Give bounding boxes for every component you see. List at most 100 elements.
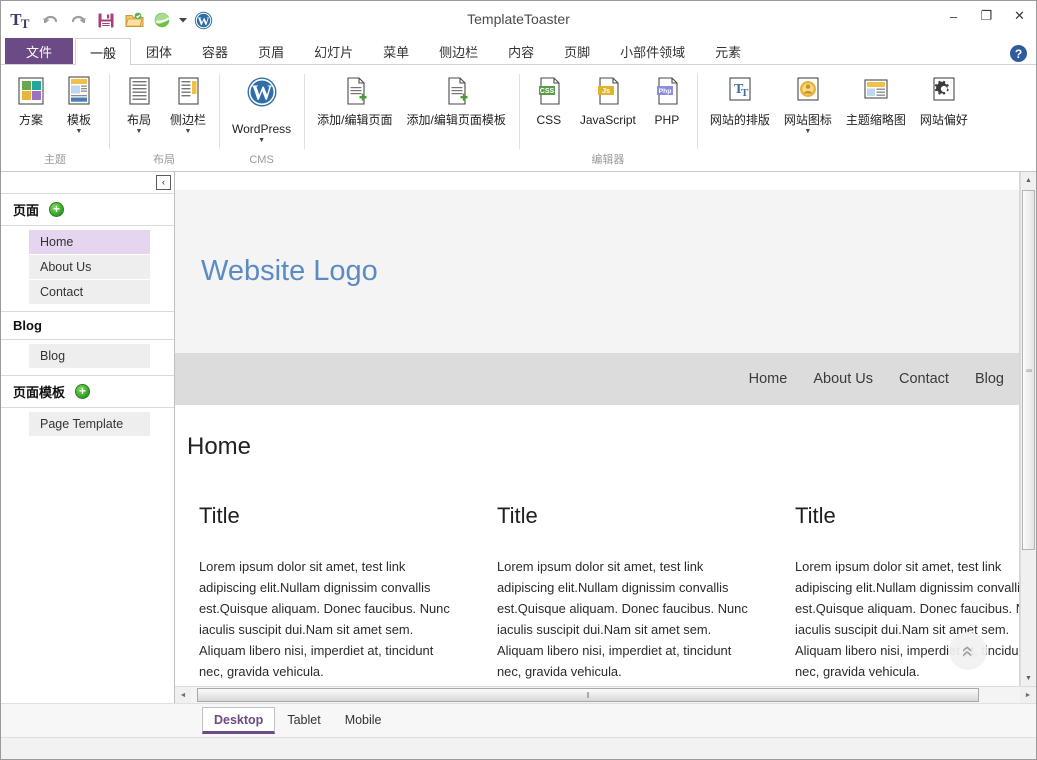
layout-button[interactable]: 布局 ▼: [115, 72, 163, 137]
device-tab-mobile[interactable]: Mobile: [333, 707, 394, 732]
scroll-up-button[interactable]: ▲: [1021, 172, 1036, 188]
tab-container[interactable]: 容器: [187, 38, 243, 64]
column-body[interactable]: Lorem ipsum dolor sit amet, test link ad…: [795, 557, 1020, 682]
svg-text:W: W: [197, 14, 209, 28]
redo-icon[interactable]: [65, 8, 91, 32]
column-title[interactable]: Title: [795, 503, 1020, 529]
scheme-button[interactable]: 方案: [7, 72, 55, 128]
tab-menu[interactable]: 菜单: [368, 38, 424, 64]
chevron-down-icon[interactable]: ▼: [804, 128, 811, 136]
site-nav-item-about-us[interactable]: About Us: [813, 371, 873, 387]
template-label: 模板: [67, 113, 91, 127]
site-favicon-button[interactable]: 网站图标 ▼: [777, 72, 839, 137]
php-editor-button[interactable]: Php PHP: [643, 72, 691, 128]
scroll-right-button[interactable]: ►: [1020, 687, 1036, 703]
javascript-editor-button[interactable]: Js JavaScript: [573, 72, 643, 128]
horizontal-scroll-thumb[interactable]: ‖: [197, 688, 979, 702]
site-preferences-button[interactable]: 网站偏好: [913, 72, 975, 128]
chevron-down-icon[interactable]: ▼: [258, 137, 265, 145]
preview-area: Website Logo Home About Us Contact Blog …: [175, 172, 1036, 703]
ribbon: 方案 模: [1, 65, 1036, 172]
sidebar-button[interactable]: 侧边栏 ▼: [163, 72, 213, 137]
undo-icon[interactable]: [37, 8, 63, 32]
add-edit-page-template-button[interactable]: 添加/编辑页面模板: [400, 72, 513, 128]
content-column[interactable]: Title Lorem ipsum dolor sit amet, test l…: [497, 503, 749, 682]
tab-file[interactable]: 文件: [5, 38, 73, 64]
site-nav-item-home[interactable]: Home: [749, 371, 788, 387]
scroll-left-button[interactable]: ◄: [175, 687, 191, 703]
chevron-down-icon[interactable]: ▼: [185, 128, 192, 136]
tab-sidebar[interactable]: 侧边栏: [424, 38, 493, 64]
wordpress-button[interactable]: W WordPress ▼: [225, 72, 298, 146]
minimize-button[interactable]: –: [937, 1, 970, 31]
save-icon[interactable]: [93, 8, 119, 32]
wordpress-icon[interactable]: W: [190, 8, 216, 32]
main-body: ‹ 页面 + Home About Us Contact Blog Blog 页…: [1, 172, 1036, 703]
add-edit-page-button[interactable]: 添加/编辑页面: [310, 72, 399, 128]
device-tab-desktop[interactable]: Desktop: [202, 707, 275, 734]
tab-widget-areas[interactable]: 小部件领域: [605, 38, 700, 64]
tab-elements[interactable]: 元素: [700, 38, 756, 64]
horizontal-scroll-track[interactable]: ‖: [191, 687, 1020, 703]
ribbon-group-label-cms: CMS: [219, 151, 304, 171]
export-dropdown-caret-icon[interactable]: [177, 8, 188, 32]
column-title[interactable]: Title: [497, 503, 749, 529]
close-button[interactable]: ✕: [1003, 1, 1036, 31]
site-nav-menu[interactable]: Home About Us Contact Blog: [175, 353, 1020, 405]
site-logo[interactable]: Website Logo: [201, 255, 378, 288]
open-folder-icon[interactable]: [121, 8, 147, 32]
vertical-scroll-track[interactable]: ‖: [1021, 188, 1036, 670]
chevron-down-icon[interactable]: ▼: [136, 128, 143, 136]
templatetoaster-window: T T: [0, 0, 1037, 760]
svg-text:CSS: CSS: [540, 88, 555, 95]
site-header[interactable]: Website Logo: [175, 190, 1020, 353]
css-editor-button[interactable]: CSS CSS: [525, 72, 573, 128]
maximize-button[interactable]: ❐: [970, 1, 1003, 31]
design-canvas[interactable]: Website Logo Home About Us Contact Blog …: [175, 172, 1020, 686]
page-template-item[interactable]: Page Template: [29, 412, 150, 436]
blog-item-blog[interactable]: Blog: [29, 344, 150, 368]
collapse-panel-button[interactable]: ‹: [156, 175, 171, 190]
svg-text:Php: Php: [658, 88, 671, 95]
ribbon-group-label-editor: 编辑器: [519, 151, 697, 171]
add-page-button[interactable]: +: [49, 202, 64, 217]
site-typography-button[interactable]: T T 网站的排版: [703, 72, 777, 128]
chevron-down-icon[interactable]: ▼: [76, 128, 83, 136]
page-item-about-us[interactable]: About Us: [29, 255, 150, 279]
tab-slideshow[interactable]: 幻灯片: [299, 38, 368, 64]
tab-general[interactable]: 一般: [75, 38, 131, 65]
content-column[interactable]: Title Lorem ipsum dolor sit amet, test l…: [199, 503, 451, 682]
column-body[interactable]: Lorem ipsum dolor sit amet, test link ad…: [199, 557, 451, 682]
help-icon[interactable]: ?: [1010, 45, 1027, 62]
device-tab-tablet[interactable]: Tablet: [275, 707, 332, 732]
template-button[interactable]: 模板 ▼: [55, 72, 103, 137]
php-label: PHP: [655, 113, 680, 127]
tab-group[interactable]: 团体: [131, 38, 187, 64]
text-format-icon[interactable]: T T: [9, 8, 35, 32]
tab-content[interactable]: 内容: [493, 38, 549, 64]
site-preferences-label: 网站偏好: [920, 113, 968, 127]
scroll-down-button[interactable]: ▼: [1021, 670, 1036, 686]
column-body[interactable]: Lorem ipsum dolor sit amet, test link ad…: [497, 557, 749, 682]
column-title[interactable]: Title: [199, 503, 451, 529]
wordpress-label: WordPress: [232, 122, 291, 136]
page-item-home[interactable]: Home: [29, 230, 150, 254]
add-page-template-button[interactable]: +: [75, 384, 90, 399]
theme-thumbnail-button[interactable]: 主题缩略图: [839, 72, 913, 128]
scroll-to-top-button[interactable]: «: [949, 632, 987, 670]
page-title[interactable]: Home: [175, 433, 1020, 461]
tab-header[interactable]: 页眉: [243, 38, 299, 64]
page-item-contact[interactable]: Contact: [29, 280, 150, 304]
vertical-scroll-thumb[interactable]: ‖: [1022, 190, 1035, 550]
device-preview-bar: Desktop Tablet Mobile: [1, 703, 1036, 737]
vertical-scrollbar[interactable]: ▲ ‖ ▼: [1020, 172, 1036, 686]
typography-icon: T T: [723, 75, 757, 109]
preview-row: Website Logo Home About Us Contact Blog …: [175, 172, 1036, 686]
site-nav-item-contact[interactable]: Contact: [899, 371, 949, 387]
export-browser-icon[interactable]: [149, 8, 175, 32]
javascript-label: JavaScript: [580, 113, 636, 127]
tab-footer[interactable]: 页脚: [549, 38, 605, 64]
sidebar-icon: [171, 75, 205, 109]
horizontal-scrollbar[interactable]: ◄ ‖ ►: [175, 686, 1036, 703]
site-nav-item-blog[interactable]: Blog: [975, 371, 1004, 387]
